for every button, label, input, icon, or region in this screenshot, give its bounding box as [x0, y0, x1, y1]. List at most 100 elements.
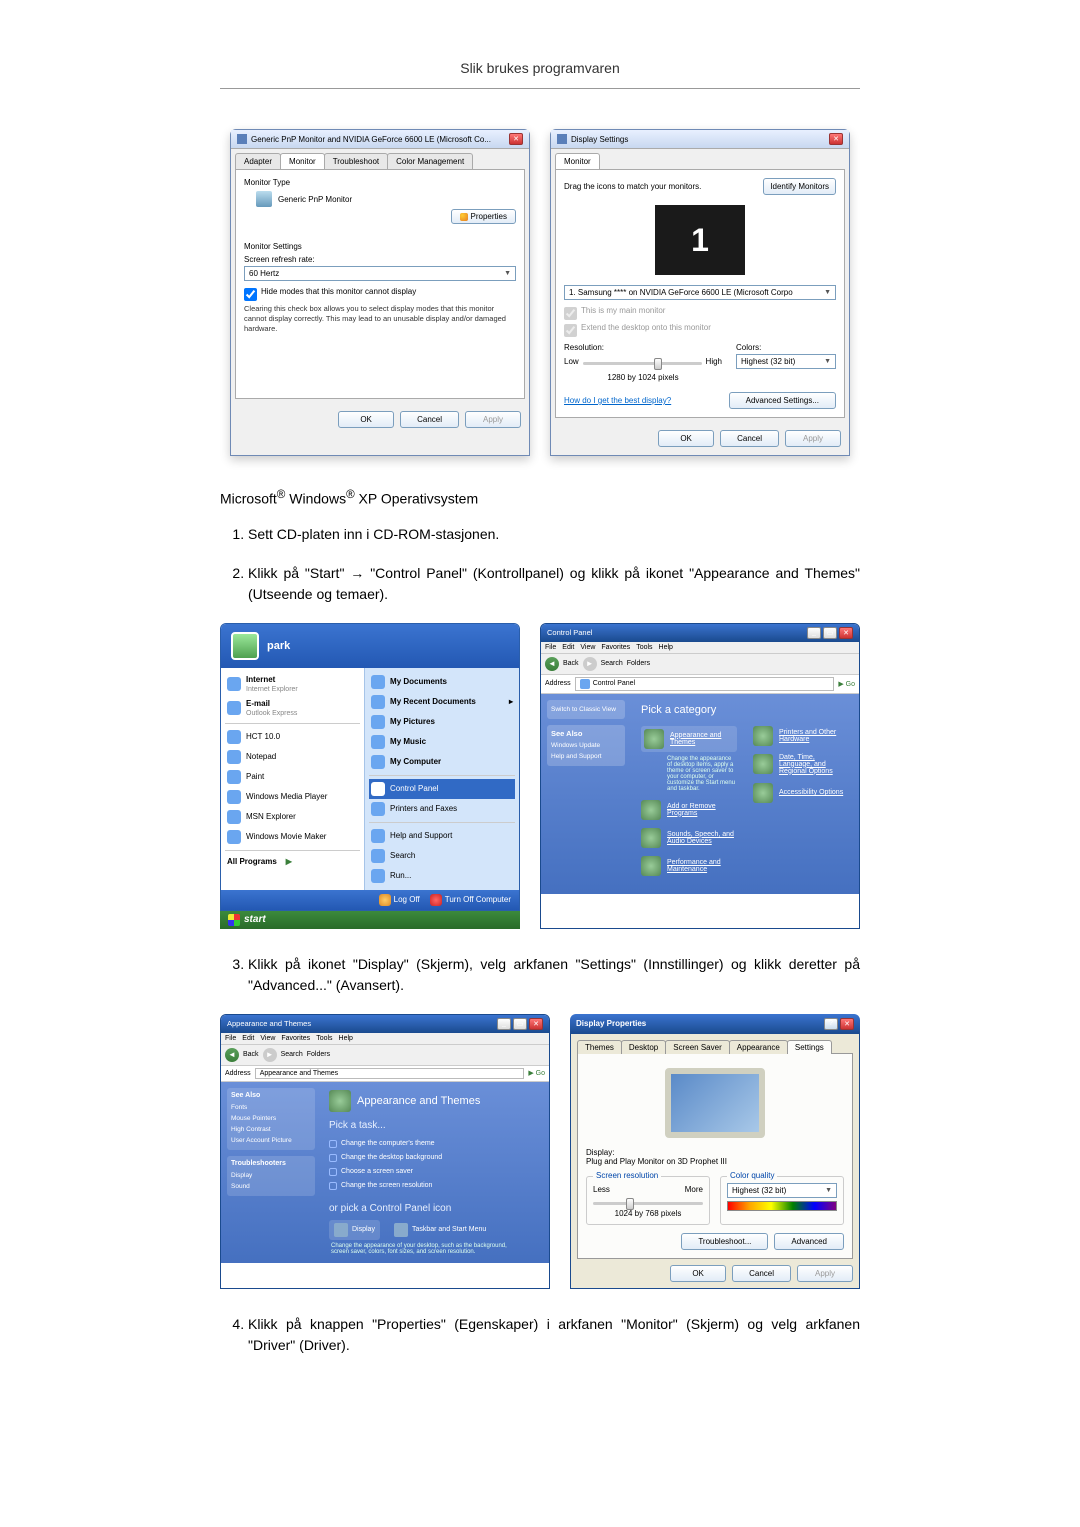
start-item[interactable]: My Pictures [369, 712, 515, 732]
tab-appearance[interactable]: Appearance [729, 1040, 788, 1054]
close-icon[interactable]: ✕ [509, 133, 523, 145]
hide-modes-checkbox[interactable]: Hide modes that this monitor cannot disp… [244, 287, 516, 301]
display-icon-item[interactable]: Display [329, 1220, 380, 1240]
task-item[interactable]: Change the computer's theme [329, 1137, 541, 1151]
category-appearance[interactable]: Appearance and Themes [641, 726, 737, 752]
color-quality-select[interactable]: Highest (32 bit) ▼ [727, 1183, 837, 1198]
minimize-icon[interactable]: _ [497, 1018, 511, 1030]
minimize-icon[interactable]: _ [807, 627, 821, 639]
resolution-slider[interactable] [593, 1202, 703, 1205]
refresh-rate-select[interactable]: 60 Hertz ▼ [244, 266, 516, 281]
menu-file[interactable]: File [225, 1035, 236, 1042]
tab-monitor[interactable]: Monitor [280, 153, 325, 169]
sidebar-item[interactable]: Sound [231, 1181, 311, 1192]
menu-tools[interactable]: Tools [316, 1035, 332, 1042]
identify-monitors-button[interactable]: Identify Monitors [763, 178, 836, 195]
tab-adapter[interactable]: Adapter [235, 153, 281, 169]
menu-file[interactable]: File [545, 644, 556, 651]
forward-button[interactable]: ► [263, 1048, 277, 1062]
menu-favorites[interactable]: Favorites [601, 644, 630, 651]
hide-modes-input[interactable] [244, 288, 257, 301]
task-item[interactable]: Choose a screen saver [329, 1165, 541, 1179]
category-item[interactable]: Add or Remove Programs [641, 800, 737, 820]
advanced-settings-button[interactable]: Advanced Settings... [729, 392, 836, 409]
ok-button[interactable]: OK [338, 411, 394, 428]
sidebar-item[interactable]: High Contrast [231, 1124, 311, 1135]
start-item[interactable]: Windows Media Player [225, 787, 360, 807]
category-item[interactable]: Date, Time, Language, and Regional Optio… [753, 754, 849, 775]
ok-button[interactable]: OK [658, 430, 714, 447]
start-item[interactable]: Windows Movie Maker [225, 827, 360, 847]
category-item[interactable]: Printers and Other Hardware [753, 726, 849, 746]
start-item[interactable]: HCT 10.0 [225, 727, 360, 747]
start-item[interactable]: Help and Support [369, 826, 515, 846]
folders-button[interactable]: Folders [307, 1051, 330, 1058]
logoff-button[interactable]: Log Off [379, 894, 420, 906]
search-button[interactable]: Search [281, 1051, 303, 1058]
task-item[interactable]: Change the desktop background [329, 1151, 541, 1165]
monitor-select[interactable]: 1. Samsung **** on NVIDIA GeForce 6600 L… [564, 285, 836, 300]
start-item-control-panel[interactable]: Control Panel [369, 779, 515, 799]
start-item[interactable]: Printers and Faxes [369, 799, 515, 819]
tab-screensaver[interactable]: Screen Saver [665, 1040, 729, 1054]
start-item[interactable]: My Documents [369, 672, 515, 692]
apply-button[interactable]: Apply [797, 1265, 853, 1282]
apply-button[interactable]: Apply [465, 411, 521, 428]
task-item[interactable]: Change the screen resolution [329, 1179, 541, 1193]
cancel-button[interactable]: Cancel [732, 1265, 791, 1282]
sidebar-item[interactable]: Fonts [231, 1102, 311, 1113]
tab-themes[interactable]: Themes [577, 1040, 622, 1054]
resolution-slider[interactable] [583, 362, 702, 365]
sidebar-item[interactable]: Mouse Pointers [231, 1113, 311, 1124]
menu-view[interactable]: View [580, 644, 595, 651]
sidebar-item[interactable]: Windows Update [551, 740, 621, 751]
close-icon[interactable]: ✕ [829, 133, 843, 145]
menu-favorites[interactable]: Favorites [281, 1035, 310, 1042]
best-display-link[interactable]: How do I get the best display? [564, 396, 671, 405]
start-item-internet[interactable]: InternetInternet Explorer [225, 672, 360, 696]
menu-edit[interactable]: Edit [562, 644, 574, 651]
sidebar-item[interactable]: Help and Support [551, 751, 621, 762]
menu-help[interactable]: Help [659, 644, 673, 651]
start-item-email[interactable]: E-mailOutlook Express [225, 696, 360, 720]
address-input[interactable]: Control Panel [575, 677, 835, 691]
start-item[interactable]: Notepad [225, 747, 360, 767]
switch-view[interactable]: Switch to Classic View [551, 704, 621, 715]
cancel-button[interactable]: Cancel [720, 430, 779, 447]
category-item[interactable]: Performance and Maintenance [641, 856, 737, 876]
start-item[interactable]: My Recent Documents▸ [369, 692, 515, 712]
tab-monitor[interactable]: Monitor [555, 153, 600, 169]
cancel-button[interactable]: Cancel [400, 411, 459, 428]
menu-edit[interactable]: Edit [242, 1035, 254, 1042]
maximize-icon[interactable]: ▭ [513, 1018, 527, 1030]
close-icon[interactable]: ✕ [840, 1018, 854, 1030]
address-input[interactable]: Appearance and Themes [255, 1068, 525, 1079]
close-icon[interactable]: ✕ [529, 1018, 543, 1030]
category-item[interactable]: Sounds, Speech, and Audio Devices [641, 828, 737, 848]
sidebar-item[interactable]: User Account Picture [231, 1135, 311, 1146]
menu-tools[interactable]: Tools [636, 644, 652, 651]
folders-button[interactable]: Folders [627, 660, 650, 667]
tab-color-management[interactable]: Color Management [387, 153, 473, 169]
advanced-button[interactable]: Advanced [774, 1233, 844, 1250]
tab-desktop[interactable]: Desktop [621, 1040, 666, 1054]
start-item[interactable]: MSN Explorer [225, 807, 360, 827]
start-item[interactable]: Search [369, 846, 515, 866]
properties-button[interactable]: Properties [451, 209, 516, 224]
menu-view[interactable]: View [260, 1035, 275, 1042]
menu-help[interactable]: Help [339, 1035, 353, 1042]
start-item[interactable]: Run... [369, 866, 515, 886]
tab-settings[interactable]: Settings [787, 1040, 832, 1054]
monitor-preview[interactable]: 1 [655, 205, 745, 275]
back-button[interactable]: ◄ [545, 657, 559, 671]
colors-select[interactable]: Highest (32 bit) ▼ [736, 354, 836, 369]
start-item[interactable]: My Music [369, 732, 515, 752]
go-button[interactable]: ▶ Go [528, 1069, 545, 1077]
ok-button[interactable]: OK [670, 1265, 726, 1282]
start-item[interactable]: My Computer [369, 752, 515, 772]
start-button[interactable]: start [220, 911, 520, 929]
go-button[interactable]: ▶ Go [838, 680, 855, 688]
category-item[interactable]: Accessibility Options [753, 783, 849, 803]
start-item[interactable]: Paint [225, 767, 360, 787]
taskbar-icon-item[interactable]: Taskbar and Start Menu [394, 1220, 486, 1240]
